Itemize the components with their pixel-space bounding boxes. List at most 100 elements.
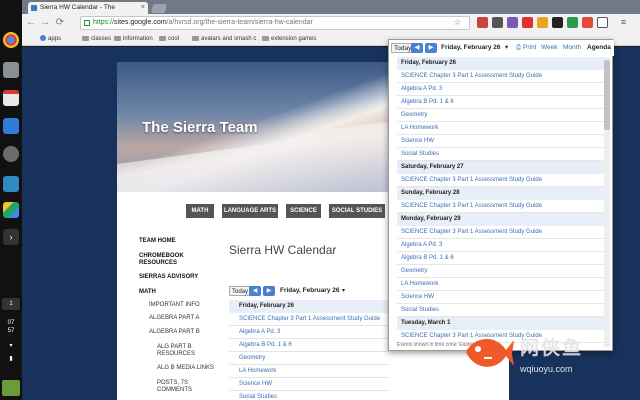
chrome-icon[interactable] (3, 32, 19, 48)
sidebar-item-algebra-part-a[interactable]: ALGEBRA PART A (149, 315, 199, 321)
folder-icon (262, 35, 269, 41)
clock-hour[interactable]: 07 (2, 320, 20, 326)
clock-minute[interactable]: 57 (2, 328, 20, 334)
agenda-event[interactable]: LA Homework (229, 365, 389, 378)
popup-agenda-list[interactable]: Friday, February 26 SCIENCE Chapter 3 Par… (397, 57, 605, 347)
folder-icon (159, 35, 166, 41)
wifi-icon[interactable]: ▾ (2, 342, 20, 349)
calendar-extension-icon[interactable] (597, 17, 608, 28)
view-week[interactable]: Week (541, 40, 558, 56)
popup-prev-icon[interactable]: ◀ (411, 43, 423, 53)
reload-icon[interactable]: ⟳ (55, 17, 65, 29)
star-icon[interactable]: ☆ (452, 17, 463, 28)
view-agenda[interactable]: Agenda (587, 40, 611, 56)
agenda-event[interactable]: Science HW (229, 378, 389, 391)
nav-science[interactable]: SCIENCE (286, 204, 321, 218)
forward-icon[interactable]: → (40, 17, 50, 29)
agenda-event[interactable]: SCIENCE Chapter 3 Part 1 Assessment Stud… (397, 200, 605, 213)
bookmark-extension-games[interactable]: extension games (262, 32, 316, 45)
expand-shelf-icon[interactable]: › (3, 229, 19, 245)
sidebar-item-posts[interactable]: POSTS, 7S (157, 380, 188, 386)
nav-math[interactable]: MATH (186, 204, 214, 218)
agenda-event[interactable]: Algebra A Pd. 3 (397, 83, 605, 96)
bookmark-information[interactable]: information (114, 32, 153, 45)
extension-b-icon[interactable] (507, 17, 518, 28)
popup-dropdown-icon[interactable]: ▾ (505, 40, 508, 56)
bookmark-avatars[interactable]: avatars and smash c (192, 32, 256, 45)
page-title: Sierra HW Calendar (229, 243, 337, 257)
agenda-event[interactable]: SCIENCE Chapter 3 Part 1 Assessment Stud… (397, 226, 605, 239)
app-blue-icon[interactable] (3, 118, 19, 134)
sidebar-item-alg-b-media-links[interactable]: ALG B MEDIA LINKS (157, 365, 214, 371)
agenda-event[interactable]: Geometry (229, 352, 389, 365)
agenda-event[interactable]: Science HW (397, 135, 605, 148)
browser-toolbar: ← → ⟳ https://sites.google.com/a/hvrsd.o… (22, 14, 640, 32)
agenda-event[interactable]: Geometry (397, 109, 605, 122)
popup-print-link[interactable]: Print (523, 40, 536, 56)
nav-language-arts[interactable]: LANGUAGE ARTS (222, 204, 278, 218)
extension-c-icon[interactable] (522, 17, 533, 28)
extension-e-icon[interactable] (552, 17, 563, 28)
site-title[interactable]: The Sierra Team (142, 119, 258, 136)
nav-social-studies[interactable]: SOCIAL STUDIES (329, 204, 385, 218)
notification-badge[interactable]: 1 (2, 298, 20, 310)
menu-icon[interactable]: ≡ (618, 17, 629, 28)
agenda-event[interactable]: SCIENCE Chapter 3 Part 1 Assessment Stud… (229, 313, 389, 326)
sidebar-item-alg-part-b-resources[interactable]: RESOURCES (157, 351, 195, 357)
popup-date-label[interactable]: Friday, February 26 (441, 40, 501, 56)
sidebar-item-chromebook[interactable]: CHROMEBOOK (139, 253, 184, 259)
popup-next-icon[interactable]: ▶ (425, 43, 437, 53)
extension-f-icon[interactable] (567, 17, 578, 28)
agenda-event[interactable]: Geometry (397, 265, 605, 278)
sidebar-item-algebra-part-b[interactable]: ALGEBRA PART B (149, 329, 200, 335)
agenda-event[interactable]: SCIENCE Chapter 3 Part 1 Assessment Stud… (397, 70, 605, 83)
back-icon[interactable]: ← (26, 17, 36, 29)
sidebar-item-comments[interactable]: COMMENTS (157, 387, 192, 393)
inline-next-icon[interactable]: ▶ (263, 286, 275, 296)
agenda-event[interactable]: LA Homework (397, 278, 605, 291)
new-tab-button[interactable] (150, 4, 168, 13)
agenda-event[interactable]: Algebra A Pd. 3 (397, 239, 605, 252)
agenda-event[interactable]: Algebra A Pd. 3 (229, 326, 389, 339)
bookmark-cool[interactable]: cool (159, 32, 179, 45)
sidebar-item-sierras-advisory[interactable]: SIERRAS ADVISORY (139, 274, 198, 280)
close-tab-icon[interactable]: × (141, 2, 145, 14)
app-green-icon[interactable] (3, 176, 19, 192)
print-icon[interactable]: ⎙ (516, 40, 521, 56)
drive-icon[interactable] (3, 202, 19, 218)
agenda-event[interactable]: Science HW (397, 291, 605, 304)
sidebar-item-alg-part-b[interactable]: ALG PART B (157, 344, 192, 350)
agenda-event[interactable]: LA Homework (397, 122, 605, 135)
settings-icon[interactable] (3, 146, 19, 162)
inline-today-button[interactable]: Today (229, 286, 252, 296)
agenda-event[interactable]: Algebra B Pd. 1 & 6 (397, 252, 605, 265)
agenda-event[interactable]: Social Studies (229, 391, 389, 400)
user-avatar[interactable] (2, 380, 20, 396)
sidebar-item-important-info[interactable]: IMPORTANT INFO (149, 302, 200, 308)
extension-flag-icon[interactable] (477, 17, 488, 28)
bookmark-classes[interactable]: classes (82, 32, 111, 45)
gmail-icon[interactable] (3, 90, 19, 106)
agenda-event[interactable]: SCIENCE Chapter 3 Part 1 Assessment Stud… (397, 174, 605, 187)
browser-tab[interactable]: Sierra HW Calendar - The × (28, 2, 148, 14)
inline-date-label[interactable]: Friday, February 26 (280, 286, 340, 296)
extension-g-icon[interactable] (582, 17, 593, 28)
inline-dropdown-icon[interactable]: ▾ (342, 286, 345, 296)
fish-logo-icon (466, 338, 514, 367)
agenda-event[interactable]: Algebra B Pd. 1 & 6 (229, 339, 389, 352)
files-icon[interactable] (3, 62, 19, 78)
view-month[interactable]: Month (563, 40, 581, 56)
sidebar-item-math[interactable]: MATH (139, 289, 156, 295)
popup-scrollbar-thumb[interactable] (604, 60, 610, 130)
agenda-event[interactable]: Algebra B Pd. 1 & 6 (397, 96, 605, 109)
sidebar-item-resources[interactable]: RESOURCES (139, 260, 177, 266)
battery-icon[interactable]: ▮ (2, 355, 20, 362)
agenda-event[interactable]: Social Studies (397, 304, 605, 317)
address-bar[interactable]: https://sites.google.com/a/hvrsd.org/the… (80, 16, 470, 30)
extension-a-icon[interactable] (492, 17, 503, 28)
agenda-event[interactable]: Social Studies (397, 148, 605, 161)
sidebar-item-team-home[interactable]: TEAM HOME (139, 238, 176, 244)
extension-d-icon[interactable] (537, 17, 548, 28)
inline-prev-icon[interactable]: ◀ (249, 286, 261, 296)
bookmark-apps[interactable]: apps (40, 32, 61, 45)
